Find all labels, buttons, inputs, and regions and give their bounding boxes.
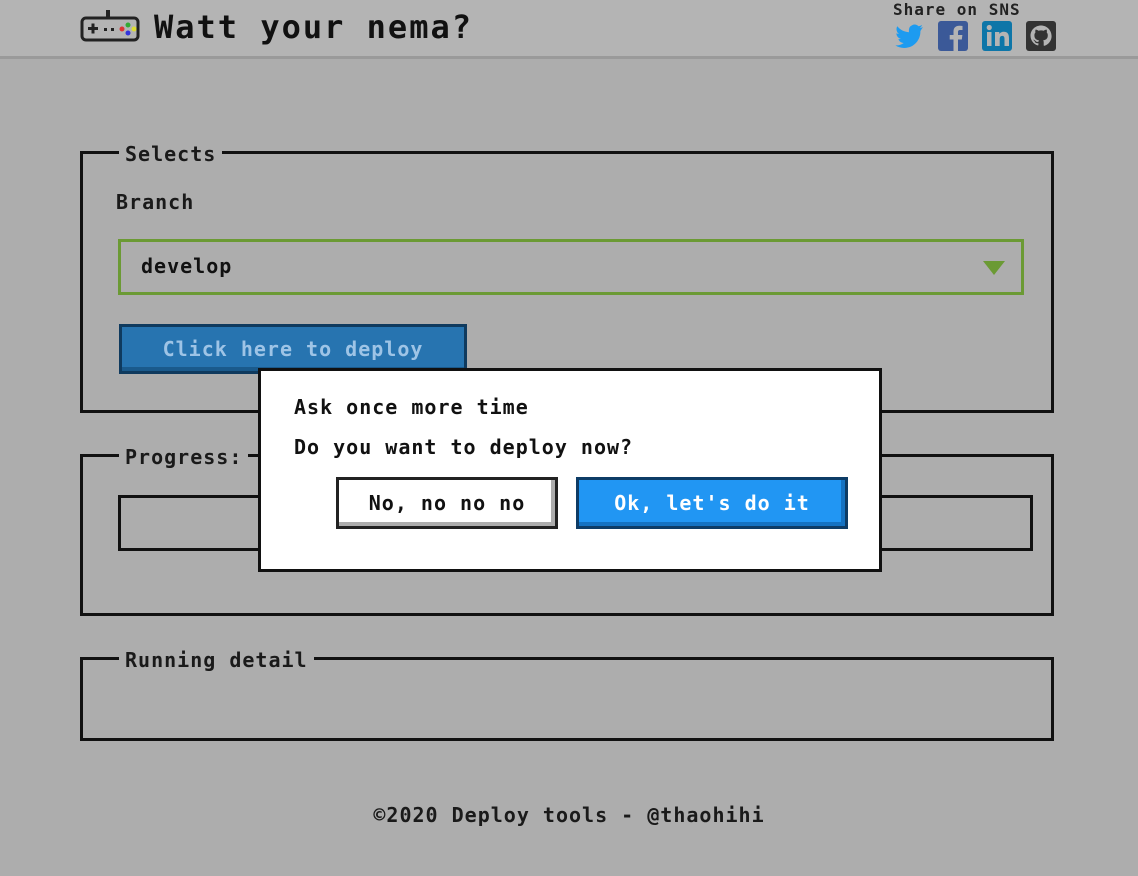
app-title: Watt your nema?	[154, 8, 473, 46]
header: Watt your nema? Share on SNS	[0, 0, 1138, 59]
cancel-button[interactable]: No, no no no	[336, 477, 558, 529]
facebook-icon[interactable]	[937, 20, 969, 52]
selects-legend: Selects	[119, 140, 223, 168]
branch-select-value: develop	[141, 254, 233, 278]
dialog-title: Ask once more time	[294, 395, 529, 419]
running-detail-legend: Running detail	[119, 646, 314, 674]
progress-legend: Progress:	[119, 443, 249, 471]
linkedin-icon[interactable]	[981, 20, 1013, 52]
dialog-message: Do you want to deploy now?	[294, 435, 634, 459]
github-icon[interactable]	[1025, 20, 1057, 52]
running-detail-section: Running detail	[80, 646, 1054, 741]
gamepad-icon	[80, 10, 140, 42]
footer-text: ©2020 Deploy tools - @thaohihi	[373, 803, 765, 827]
share-label: Share on SNS	[893, 0, 1021, 19]
sns-links	[893, 20, 1057, 52]
deploy-button[interactable]: Click here to deploy	[119, 324, 467, 374]
chevron-down-icon	[983, 261, 1005, 275]
confirm-dialog: Ask once more time Do you want to deploy…	[258, 368, 882, 572]
branch-select[interactable]: develop	[118, 239, 1024, 295]
confirm-button[interactable]: Ok, let's do it	[576, 477, 848, 529]
twitter-icon[interactable]	[893, 20, 925, 52]
branch-label: Branch	[116, 190, 195, 214]
